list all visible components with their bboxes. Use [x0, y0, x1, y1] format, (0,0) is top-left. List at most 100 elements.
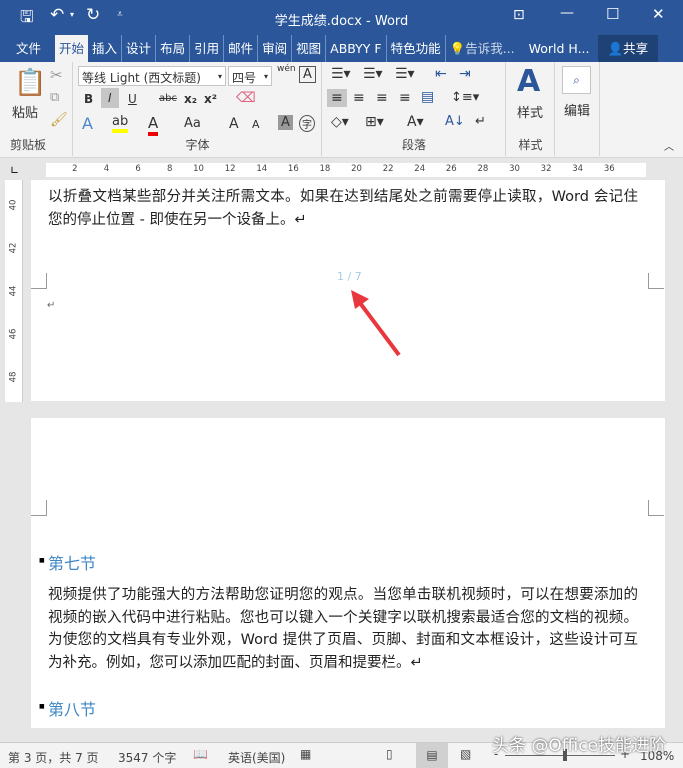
shading-icon[interactable]: ◇▾ [331, 114, 349, 130]
text-effects-icon[interactable]: A [82, 114, 93, 133]
vruler-tick: 46 [8, 328, 19, 340]
ruler-tick: 32 [540, 164, 552, 174]
styles-button[interactable]: 样式 [517, 102, 543, 121]
subscript-button[interactable]: x₂ [184, 92, 197, 106]
ruler-tick: 36 [603, 164, 615, 174]
character-border-button[interactable]: A [299, 66, 316, 83]
tab-mailings[interactable]: 邮件 [224, 35, 259, 62]
font-color-icon[interactable]: A [148, 114, 159, 136]
sort-icon[interactable]: A↓ [445, 114, 465, 129]
heading-section-8: 第八节 [48, 700, 97, 719]
justify-button[interactable]: ≡ [399, 90, 411, 106]
paste-button[interactable]: 粘贴 [12, 102, 38, 121]
character-shading-button[interactable]: A [278, 115, 293, 130]
italic-button[interactable]: I [101, 88, 119, 108]
account-name[interactable]: World H... [525, 35, 594, 62]
maximize-button[interactable]: ☐ [606, 5, 619, 23]
share-button[interactable]: 👤共享 [597, 35, 659, 62]
ruler-tick: 6 [135, 164, 141, 174]
word-count[interactable]: 3547 个字 [118, 749, 176, 766]
bold-button[interactable]: B [84, 92, 93, 106]
page-count[interactable]: 第 3 页，共 7 页 [8, 749, 99, 766]
tab-abbyy[interactable]: ABBYY F [326, 35, 387, 62]
bullets-icon[interactable]: ☰▾ [331, 66, 351, 82]
borders-icon[interactable]: ⊞▾ [365, 114, 384, 130]
chevron-down-icon: ▾ [263, 72, 268, 81]
superscript-button[interactable]: x² [204, 92, 217, 106]
web-layout-icon[interactable]: ▧ [460, 747, 471, 761]
styles-icon[interactable]: A [517, 64, 540, 99]
enclose-characters-button[interactable]: 字 [299, 115, 315, 132]
clipboard-label: 剪贴板 [10, 138, 47, 152]
macro-icon[interactable]: ▦ [300, 747, 311, 761]
read-mode-icon[interactable]: ▯ [386, 747, 393, 761]
clear-formatting-icon[interactable]: ⌫ [236, 90, 256, 106]
strikethrough-button[interactable]: abc [159, 93, 177, 104]
ruler-tick: 12 [224, 164, 236, 174]
lightbulb-icon: 💡 [449, 41, 466, 56]
grow-font-button[interactable]: A [229, 116, 239, 132]
collapse-ribbon-icon[interactable]: ︿ [664, 138, 674, 153]
font-name-select[interactable]: 等线 Light (西文标题) ▾ [78, 66, 226, 86]
search-icon[interactable]: ⌕ [562, 66, 591, 94]
margin-mark [31, 500, 47, 516]
align-left-button[interactable]: ≡ [327, 89, 347, 107]
phonetic-guide-button[interactable]: wén [277, 64, 296, 74]
shrink-font-button[interactable]: A [252, 118, 260, 131]
copy-icon[interactable]: ⧉ [50, 90, 59, 105]
ribbon-display-icon[interactable]: ⊡ [513, 7, 525, 23]
cut-icon[interactable]: ✂ [50, 66, 63, 84]
person-icon: 👤 [607, 41, 624, 56]
ruler-tick: 30 [509, 164, 520, 174]
tab-view[interactable]: 视图 [292, 35, 327, 62]
numbering-icon[interactable]: ☰▾ [363, 66, 383, 82]
distributed-icon[interactable]: ▤ [421, 89, 434, 105]
ruler-tick: 10 [193, 164, 204, 174]
format-painter-icon[interactable]: 🖌 [50, 112, 68, 128]
margin-mark [648, 500, 664, 516]
close-button[interactable]: ✕ [652, 5, 665, 23]
increase-indent-icon[interactable]: ⇥ [459, 66, 471, 82]
paste-icon[interactable]: 📋 [14, 68, 46, 98]
underline-button[interactable]: U [128, 92, 137, 106]
chinese-layout-icon[interactable]: A▾ [407, 114, 424, 130]
ruler-tick: 8 [166, 164, 173, 174]
tab-home[interactable]: 开始 [55, 35, 89, 62]
heading-bullet: ■ [39, 557, 45, 564]
align-right-button[interactable]: ≡ [376, 90, 388, 106]
margin-mark [31, 273, 47, 289]
show-marks-icon[interactable]: ↵ [475, 114, 486, 129]
multilevel-list-icon[interactable]: ☰▾ [395, 66, 415, 82]
ribbon-tabs: 文件 开始 插入 设计 布局 引用 邮件 审阅 视图 ABBYY F 特色功能 … [0, 35, 683, 62]
font-group-label: 字体 [185, 138, 210, 152]
proofing-icon[interactable]: 📖 [193, 747, 208, 761]
page-2: ■ 第七节 视频提供了功能强大的方法帮助您证明您的观点。当您单击联机视频时，可以… [31, 418, 665, 728]
ruler-tick: 20 [351, 164, 362, 174]
minimize-button[interactable]: — [560, 5, 574, 21]
tab-special[interactable]: 特色功能 [387, 35, 446, 62]
editing-button[interactable]: 编辑 [564, 100, 590, 119]
language[interactable]: 英语(美国) [228, 749, 285, 766]
print-layout-icon[interactable]: ▤ [416, 743, 448, 768]
line-spacing-icon[interactable]: ↕≡▾ [451, 90, 479, 105]
tab-file[interactable]: 文件 [0, 35, 55, 62]
ruler-tick: 4 [103, 164, 110, 174]
align-center-button[interactable]: ≡ [353, 90, 365, 106]
font-size-select[interactable]: 四号 ▾ [228, 66, 272, 86]
decrease-indent-icon[interactable]: ⇤ [435, 66, 447, 82]
vruler-tick: 44 [8, 285, 19, 297]
vertical-ruler[interactable]: 40 42 44 46 48 [5, 180, 23, 402]
change-case-button[interactable]: Aa [184, 116, 201, 131]
tab-references[interactable]: 引用 [190, 35, 225, 62]
horizontal-ruler[interactable]: ∟ 2 4 6 8 10 12 14 16 18 20 22 24 26 28 30 32 34 36 [0, 160, 683, 180]
tab-layout[interactable]: 布局 [156, 35, 191, 62]
tell-me-search[interactable]: 💡告诉我... [446, 35, 519, 62]
clipboard-group: 📋 粘贴 ✂ ⧉ 🖌 剪贴板 [0, 62, 73, 156]
highlight-icon[interactable]: ab [112, 114, 129, 133]
tab-selector-icon[interactable]: ∟ [10, 164, 19, 177]
paragraph-mark: ↵ [47, 300, 56, 311]
tab-design[interactable]: 设计 [122, 35, 157, 62]
vruler-tick: 48 [8, 371, 19, 383]
tab-insert[interactable]: 插入 [88, 35, 123, 62]
tab-review[interactable]: 审阅 [258, 35, 293, 62]
